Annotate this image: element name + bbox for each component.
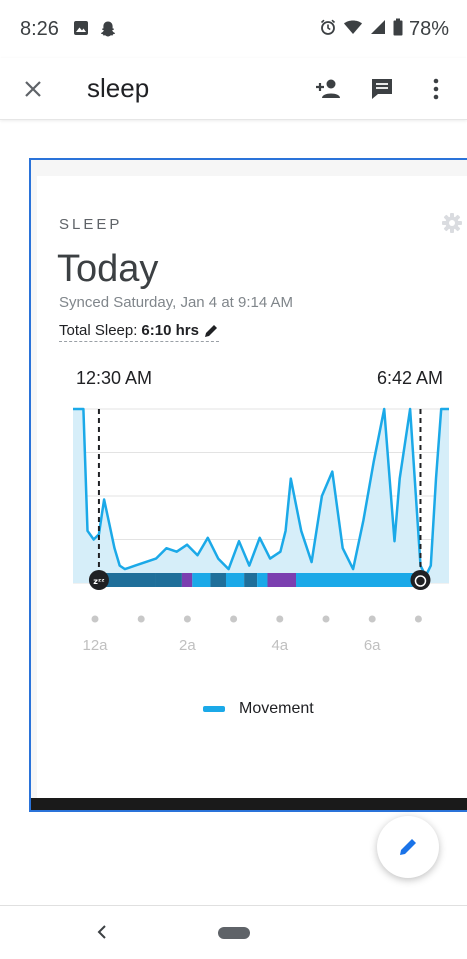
system-nav-bar (0, 905, 467, 959)
x-tick-label: 4a (271, 637, 288, 654)
sleep-stage-segment (296, 573, 421, 587)
timeline-dot (414, 615, 422, 623)
timeline-dot (230, 615, 238, 623)
sleep-stage-segment (225, 573, 245, 587)
frame-bottom-bar (31, 798, 467, 810)
timeline-dot (183, 615, 191, 623)
timeline-dot (137, 615, 145, 623)
add-person-button[interactable] (311, 72, 345, 106)
total-sleep-label: Total Sleep: (59, 322, 138, 339)
add-person-icon (316, 79, 340, 98)
signal-icon (369, 18, 387, 41)
sleep-icon-glyph: zᶻᶻ (93, 577, 104, 586)
x-tick-label: 2a (179, 637, 196, 654)
page-title: sleep (87, 73, 150, 103)
status-bar: 8:26 78% (0, 0, 467, 58)
settings-button[interactable] (441, 212, 463, 234)
timeline-dot (276, 615, 284, 623)
sleep-stage-segment (210, 573, 226, 587)
gear-icon (442, 213, 462, 233)
close-button[interactable] (18, 74, 48, 104)
app-bar: sleep (0, 58, 467, 120)
image-icon (73, 20, 89, 43)
movement-chart: zᶻᶻ 12a 2a 4a 6a (73, 407, 449, 654)
nav-back-button[interactable] (92, 920, 112, 944)
x-tick-label: 12a (82, 637, 108, 654)
total-sleep[interactable]: Total Sleep: 6:10 hrs (59, 322, 219, 342)
timeline-dot (91, 615, 99, 623)
battery-icon (393, 18, 403, 41)
timeline-dot (368, 615, 376, 623)
comment-icon (372, 79, 392, 99)
sleep-stage-segment (181, 573, 193, 587)
wifi-icon (343, 18, 363, 41)
card-label: SLEEP (59, 216, 123, 233)
sleep-stage-segment (155, 573, 182, 587)
status-time: 8:26 (20, 18, 59, 40)
snapchat-icon (99, 20, 117, 43)
legend: Movement (203, 700, 314, 718)
timeline-dot (322, 615, 330, 623)
synced-text: Synced Saturday, Jan 4 at 9:14 AM (59, 294, 294, 311)
edit-fab[interactable] (377, 816, 439, 878)
close-icon (25, 81, 41, 97)
sleep-stage-segment (257, 573, 268, 587)
pencil-icon (400, 839, 416, 855)
more-vert-icon (433, 78, 439, 100)
content-frame: SLEEP Today Synced Saturday, Jan 4 at 9:… (29, 158, 467, 812)
nav-home-pill[interactable] (218, 927, 250, 939)
more-options-button[interactable] (419, 72, 453, 106)
alarm-icon (410, 570, 431, 590)
total-sleep-value: 6:10 hrs (141, 322, 199, 339)
legend-swatch (203, 706, 225, 712)
legend-label: Movement (239, 700, 314, 717)
battery-percent: 78% (408, 18, 449, 40)
pencil-icon (204, 324, 217, 337)
alarm-icon (319, 18, 337, 41)
sleep-stage-segment (267, 573, 297, 587)
sleep-card[interactable]: SLEEP Today Synced Saturday, Jan 4 at 9:… (37, 176, 467, 800)
chevron-left-icon (97, 925, 106, 939)
sleep-stage-segment (244, 573, 258, 587)
comment-button[interactable] (365, 72, 399, 106)
sleep-stage-segment (192, 573, 211, 587)
card-heading: Today (57, 248, 159, 290)
x-tick-label: 6a (364, 637, 381, 654)
